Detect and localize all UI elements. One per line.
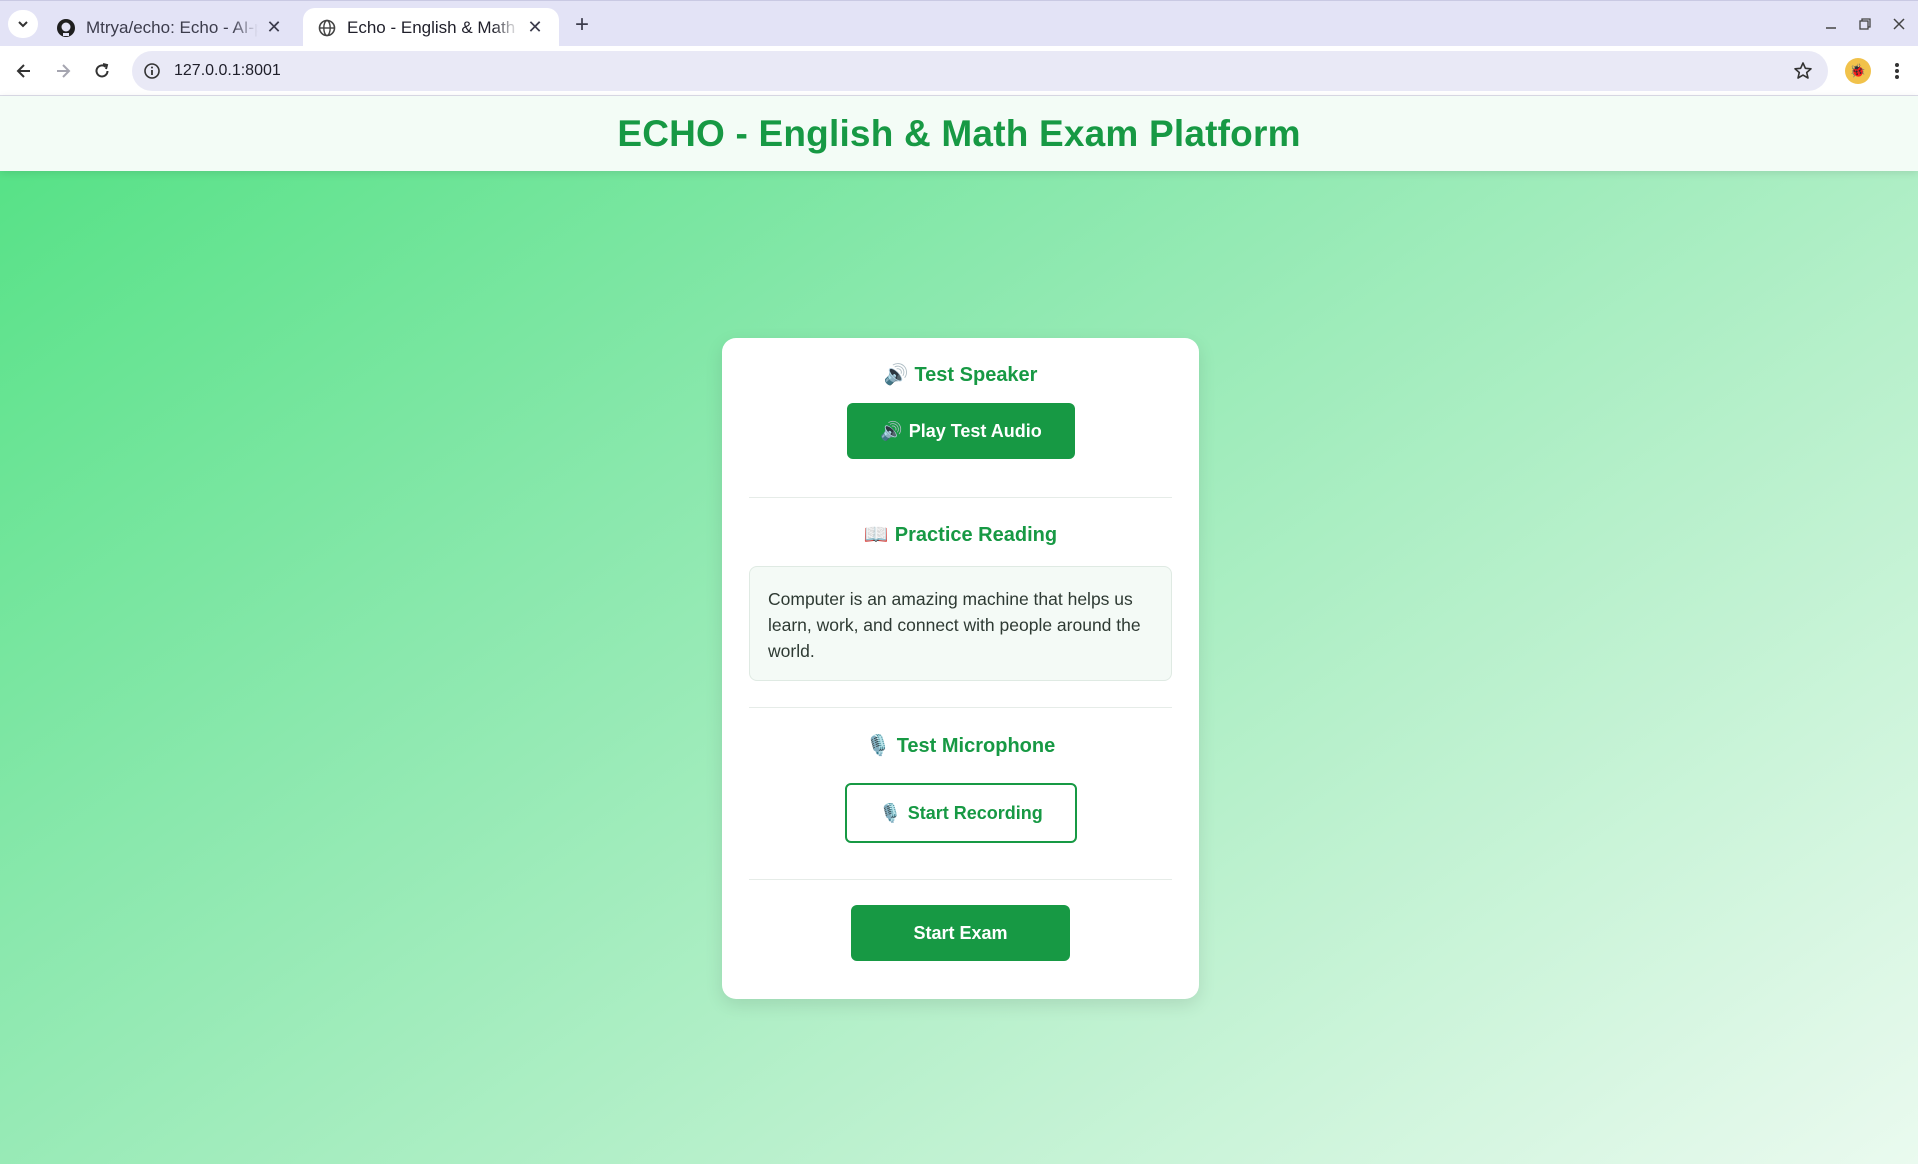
section-divider (749, 497, 1172, 498)
microphone-icon: 🎙️ (865, 735, 891, 757)
bookmark-star-icon[interactable] (1792, 60, 1814, 82)
page-title: ECHO - English & Math Exam Platform (617, 112, 1301, 154)
speaker-icon: 🔊 (883, 364, 909, 386)
forward-icon[interactable] (47, 55, 79, 87)
close-window-icon[interactable] (1884, 11, 1914, 37)
microphone-icon: 🎙️ (879, 802, 902, 823)
url-text: 127.0.0.1:8001 (174, 62, 281, 79)
tab-title: Mtrya/echo: Echo - AI-powered (86, 17, 258, 37)
globe-icon (317, 18, 337, 38)
start-exam-button[interactable]: Start Exam (851, 905, 1070, 961)
close-icon[interactable]: ✕ (264, 17, 284, 38)
chevron-down-icon (18, 21, 28, 28)
play-test-audio-label: Play Test Audio (908, 420, 1042, 441)
browser-tabstrip: Mtrya/echo: Echo - AI-powered ✕ Echo - E… (0, 0, 1918, 47)
back-icon[interactable] (8, 55, 40, 87)
new-tab-button[interactable]: + (568, 11, 596, 39)
site-info-icon[interactable] (142, 61, 162, 81)
page-viewport: ECHO - English & Math Exam Platform 🔊 Tes… (0, 96, 1918, 1164)
book-icon: 📖 (863, 524, 889, 546)
tab-title: Echo - English & Math Exam Platform (347, 17, 519, 37)
section-divider (749, 879, 1172, 880)
reading-section-title: 📖 Practice Reading (722, 522, 1199, 547)
reload-icon[interactable] (86, 55, 118, 87)
site-header: ECHO - English & Math Exam Platform (0, 96, 1918, 171)
reading-title-text: Practice Reading (894, 524, 1058, 546)
tab-github[interactable]: Mtrya/echo: Echo - AI-powered ✕ (42, 8, 298, 47)
speaker-title-text: Test Speaker (914, 364, 1038, 386)
restore-icon[interactable] (1850, 11, 1880, 37)
address-bar[interactable]: 127.0.0.1:8001 (132, 51, 1828, 91)
browser-toolbar: 127.0.0.1:8001 🐞 (0, 46, 1918, 96)
speaker-section-title: 🔊 Test Speaker (722, 362, 1199, 387)
section-divider (749, 707, 1172, 708)
start-recording-label: Start Recording (907, 802, 1043, 823)
github-icon (56, 18, 76, 38)
speaker-icon: 🔊 (880, 420, 903, 441)
microphone-title-text: Test Microphone (896, 735, 1056, 757)
tab-echo[interactable]: Echo - English & Math Exam Platform ✕ (303, 8, 559, 47)
practice-reading-text: Computer is an amazing machine that help… (749, 566, 1172, 681)
preflight-card: 🔊 Test Speaker 🔊 Play Test Audio 📖 Practice… (722, 338, 1199, 999)
extension-icon[interactable]: 🐞 (1845, 58, 1871, 84)
tab-search-button[interactable] (8, 10, 38, 38)
microphone-section-title: 🎙️ Test Microphone (722, 733, 1199, 758)
play-test-audio-button[interactable]: 🔊 Play Test Audio (847, 403, 1075, 459)
start-recording-button[interactable]: 🎙️ Start Recording (845, 783, 1077, 843)
close-icon[interactable]: ✕ (525, 17, 545, 38)
more-menu-icon[interactable] (1884, 58, 1910, 84)
minimize-icon[interactable] (1816, 11, 1846, 37)
